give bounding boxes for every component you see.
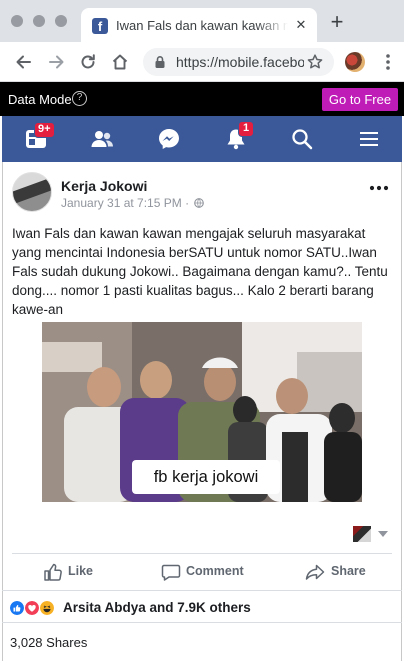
tab-close-icon[interactable]: ✕ (293, 17, 309, 33)
photo-caption-label: fb kerja jokowi (132, 460, 280, 494)
more-options-icon[interactable] (368, 180, 390, 196)
search-icon[interactable] (290, 127, 314, 151)
post-author-name[interactable]: Kerja Jokowi (61, 178, 147, 194)
share-label: Share (331, 564, 366, 578)
globe-icon (194, 198, 205, 208)
reactions-summary-bar[interactable]: Arsita Abdya and 7.9K others (2, 590, 402, 623)
vertical-dots-icon[interactable] (380, 52, 396, 72)
home-icon[interactable] (110, 52, 130, 72)
friends-icon[interactable] (90, 127, 114, 151)
post-photo[interactable]: fb kerja jokowi (42, 322, 362, 502)
post-timestamp[interactable]: January 31 at 7:15 PM · (61, 196, 205, 210)
like-button[interactable]: Like (36, 557, 126, 587)
address-bar[interactable]: https://mobile.facebook.com (143, 48, 334, 76)
go-to-free-button[interactable]: Go to Free (322, 88, 398, 111)
tab-title: Iwan Fals dan kawan kawan mengajak (116, 18, 288, 33)
thumbs-up-icon (44, 563, 62, 581)
shares-count[interactable]: 3,028 Shares (10, 635, 87, 650)
chevron-down-icon[interactable] (378, 531, 388, 537)
help-icon[interactable]: ? (72, 91, 87, 106)
post-timestamp-text[interactable]: January 31 at 7:15 PM · (61, 196, 192, 210)
reactions-summary-text[interactable]: Arsita Abdya and 7.9K others (63, 600, 251, 616)
share-button[interactable]: Share (298, 557, 378, 587)
facebook-favicon-icon: f (92, 18, 108, 34)
browser-toolbar: https://mobile.facebook.com (0, 42, 404, 82)
share-arrow-icon (305, 564, 325, 580)
post-body-text: Iwan Fals dan kawan kawan mengajak selur… (12, 226, 388, 317)
browser-tab-strip: f Iwan Fals dan kawan kawan mengajak ✕ + (0, 0, 404, 42)
news-feed-badge: 9+ (34, 122, 55, 138)
window-minimize-dot[interactable] (33, 15, 45, 27)
window-zoom-dot[interactable] (55, 15, 67, 27)
haha-reaction-icon (39, 600, 55, 616)
love-reaction-icon (24, 600, 40, 616)
notifications-badge: 1 (238, 121, 254, 137)
comment-button[interactable]: Comment (155, 557, 255, 587)
window-close-dot[interactable] (11, 15, 23, 27)
divider (12, 553, 392, 554)
url-text[interactable]: https://mobile.facebook.com (176, 54, 304, 71)
reload-icon[interactable] (78, 52, 98, 72)
reactor-avatar[interactable] (352, 525, 372, 543)
new-tab-button[interactable]: + (327, 11, 347, 33)
page-avatar[interactable] (12, 172, 52, 212)
star-icon[interactable] (306, 53, 324, 71)
comment-bubble-icon (161, 564, 181, 581)
hamburger-menu-icon[interactable] (357, 127, 381, 151)
like-label: Like (68, 564, 94, 578)
data-mode-label: Data Mode (8, 92, 72, 107)
extension-avatar-icon[interactable] (345, 52, 365, 72)
forward-arrow-icon[interactable] (46, 52, 66, 72)
lock-icon[interactable] (153, 55, 167, 69)
like-reaction-icon (9, 600, 25, 616)
facebook-top-nav: 9+ 1 (2, 116, 402, 162)
messenger-icon[interactable] (157, 127, 181, 151)
back-arrow-icon[interactable] (14, 52, 34, 72)
browser-tab-active[interactable]: f Iwan Fals dan kawan kawan mengajak ✕ (81, 8, 317, 42)
comment-label: Comment (186, 564, 244, 578)
data-mode-bar: Data Mode ? Go to Free (0, 82, 404, 116)
